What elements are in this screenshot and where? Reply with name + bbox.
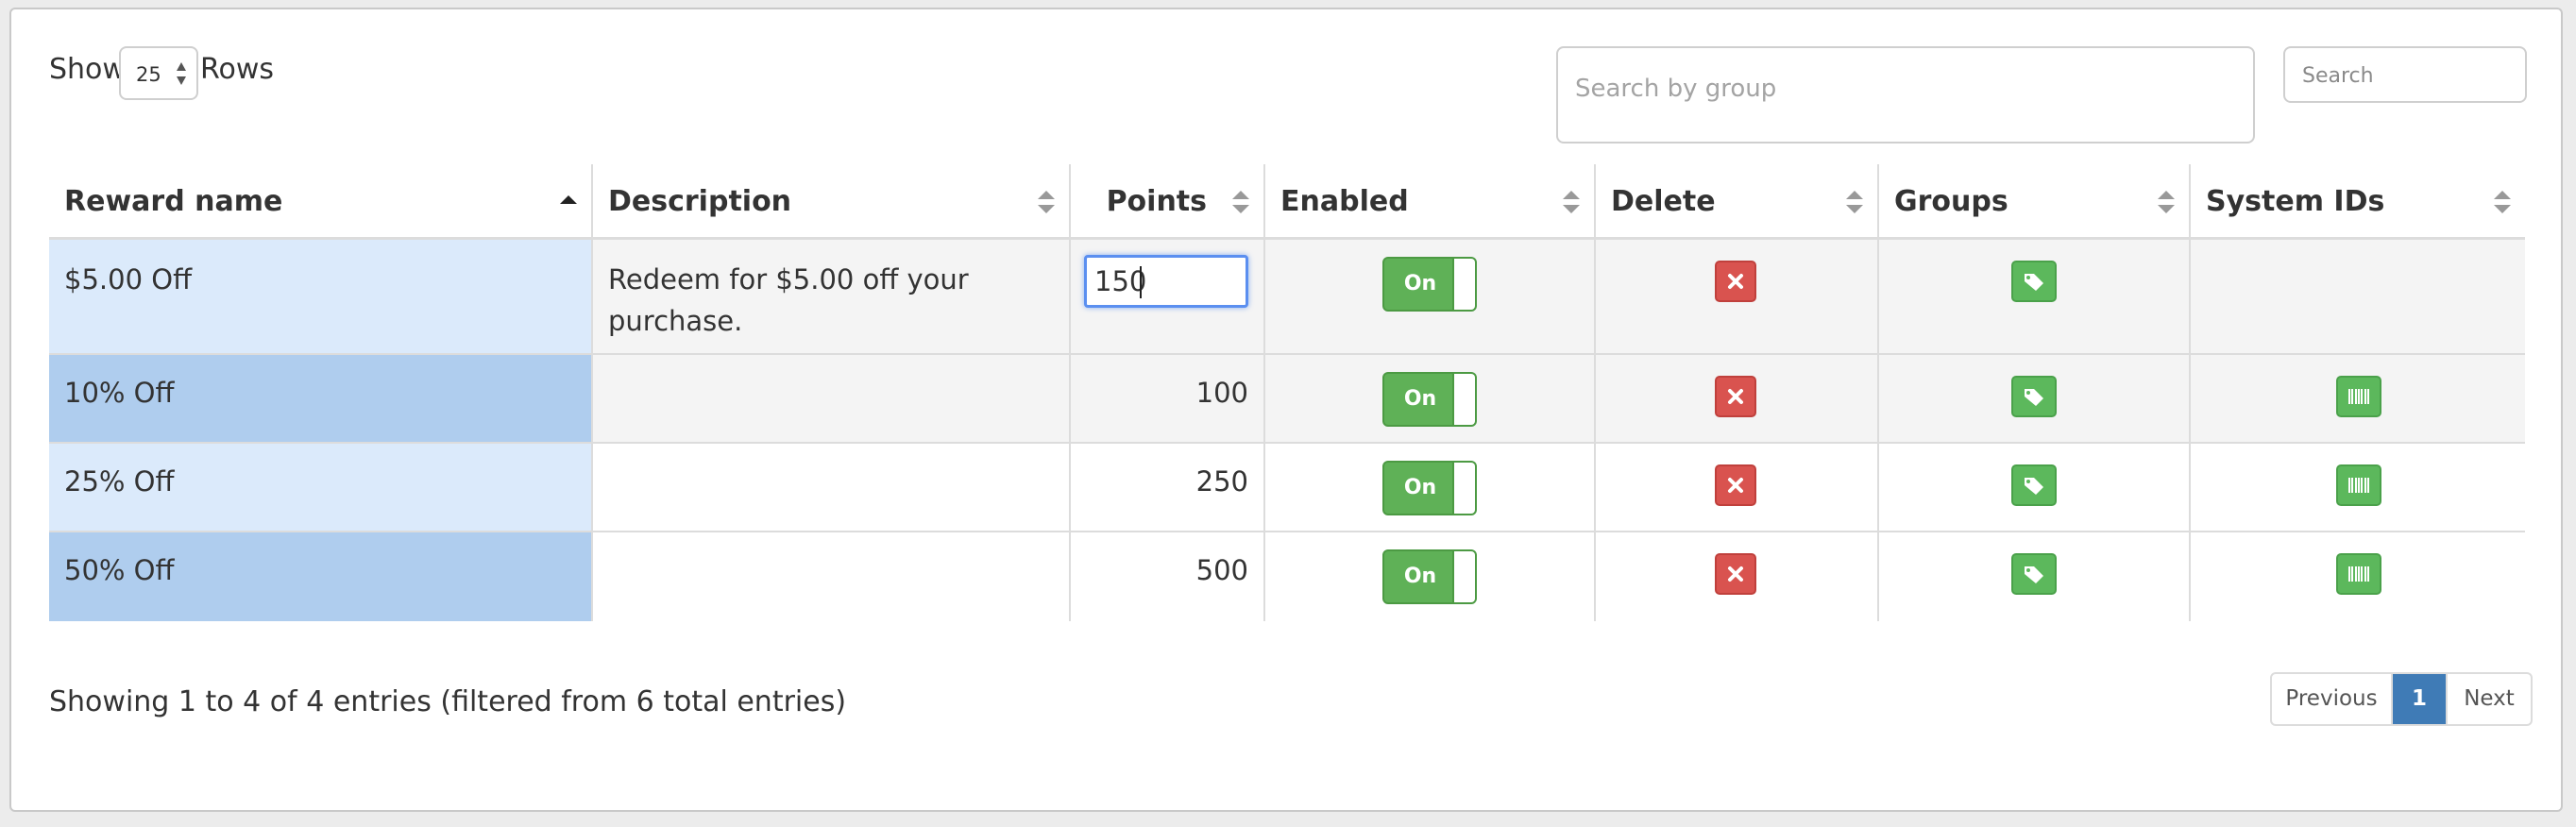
table-row[interactable]: 10% Off (49, 355, 593, 444)
barcode-icon (2348, 389, 2369, 404)
system-ids-button[interactable] (2336, 464, 2381, 506)
column-header-system-ids[interactable]: System IDs (2191, 164, 2525, 240)
toggle-knob (1452, 374, 1475, 425)
groups-button[interactable] (2011, 464, 2057, 506)
table-row[interactable]: 50% Off (49, 532, 593, 621)
barcode-icon (2348, 566, 2369, 582)
toggle-label: On (1403, 476, 1437, 499)
points-value: 250 (1195, 465, 1248, 498)
text-caret (1140, 266, 1142, 298)
table-row[interactable]: $5.00 Off (49, 240, 593, 355)
toggle-knob (1452, 259, 1475, 310)
tag-icon (2025, 389, 2043, 406)
tag-icon (2025, 274, 2043, 291)
description-cell (593, 355, 1071, 444)
close-icon (1728, 478, 1743, 493)
system-ids-button[interactable] (2336, 553, 2381, 595)
reward-name: 25% Off (64, 465, 175, 498)
tag-icon (2025, 566, 2043, 583)
system-ids-cell (2191, 240, 2525, 355)
search-placeholder: Search (2302, 64, 2374, 88)
sort-asc-icon (560, 195, 577, 204)
select-arrows-icon (177, 62, 186, 85)
close-icon (1728, 389, 1743, 404)
delete-button[interactable] (1715, 553, 1756, 595)
points-cell[interactable]: 100 (1071, 355, 1265, 444)
column-header-reward-name[interactable]: Reward name (49, 164, 593, 240)
barcode-icon (2348, 478, 2369, 493)
enabled-toggle[interactable]: On (1382, 461, 1477, 515)
points-value: 100 (1195, 377, 1248, 409)
rows-label: Rows (200, 53, 275, 86)
search-input[interactable]: Search (2283, 46, 2527, 103)
entries-summary: Showing 1 to 4 of 4 entries (filtered fr… (49, 685, 847, 718)
delete-button[interactable] (1715, 464, 1756, 506)
previous-page-button[interactable]: Previous (2272, 674, 2393, 724)
enabled-toggle[interactable]: On (1382, 549, 1477, 604)
toggle-label: On (1403, 387, 1437, 411)
show-label: Show (49, 53, 126, 86)
column-header-delete[interactable]: Delete (1596, 164, 1879, 240)
column-header-points[interactable]: Points (1071, 164, 1265, 240)
sort-icon (1038, 191, 1055, 213)
header-label: Reward name (64, 185, 283, 218)
toggle-label: On (1403, 272, 1437, 295)
sort-icon (1563, 191, 1580, 213)
toggle-label: On (1403, 565, 1437, 588)
group-search-input[interactable]: Search by group (1556, 46, 2255, 143)
column-header-groups[interactable]: Groups (1879, 164, 2191, 240)
toggle-knob (1452, 551, 1475, 602)
description-line-1: Redeem for $5.00 off your (608, 263, 969, 295)
sort-icon (2158, 191, 2175, 213)
header-label: Enabled (1280, 185, 1409, 218)
sort-icon (1232, 191, 1249, 213)
page-1-button[interactable]: 1 (2393, 674, 2446, 724)
sort-icon (2494, 191, 2511, 213)
group-search-placeholder: Search by group (1575, 75, 1777, 103)
table-row[interactable]: 25% Off (49, 444, 593, 532)
close-icon (1728, 274, 1743, 289)
groups-button[interactable] (2011, 553, 2057, 595)
delete-button[interactable] (1715, 376, 1756, 417)
tag-icon (2025, 478, 2043, 495)
column-header-description[interactable]: Description (593, 164, 1071, 240)
column-header-enabled[interactable]: Enabled (1265, 164, 1596, 240)
groups-button[interactable] (2011, 261, 2057, 302)
rows-per-page-select[interactable]: 25 (119, 46, 198, 100)
reward-name: 50% Off (64, 554, 175, 586)
header-label: Delete (1611, 185, 1716, 218)
header-label: Description (608, 185, 792, 218)
delete-button[interactable] (1715, 261, 1756, 302)
points-edit-input[interactable]: 150 (1084, 255, 1248, 308)
sort-icon (1846, 191, 1863, 213)
enabled-toggle[interactable]: On (1382, 257, 1477, 312)
points-cell[interactable]: 500 (1071, 532, 1265, 621)
header-label: System IDs (2206, 185, 2385, 218)
description-cell (593, 444, 1071, 532)
header-label: Points (1106, 185, 1207, 218)
reward-name: 10% Off (64, 377, 175, 409)
reward-name: $5.00 Off (64, 263, 193, 295)
toggle-knob (1452, 463, 1475, 514)
points-value: 500 (1195, 554, 1248, 586)
description-cell: Redeem for $5.00 off your purchase. (593, 240, 1071, 355)
pagination: Previous 1 Next (2270, 672, 2533, 726)
description-cell (593, 532, 1071, 621)
close-icon (1728, 566, 1743, 582)
groups-button[interactable] (2011, 376, 2057, 417)
rows-per-page-value: 25 (136, 63, 161, 86)
system-ids-button[interactable] (2336, 376, 2381, 417)
header-label: Groups (1894, 185, 2008, 218)
next-page-button[interactable]: Next (2446, 674, 2531, 724)
points-cell[interactable]: 250 (1071, 444, 1265, 532)
description-line-2: purchase. (608, 305, 743, 337)
enabled-toggle[interactable]: On (1382, 372, 1477, 427)
